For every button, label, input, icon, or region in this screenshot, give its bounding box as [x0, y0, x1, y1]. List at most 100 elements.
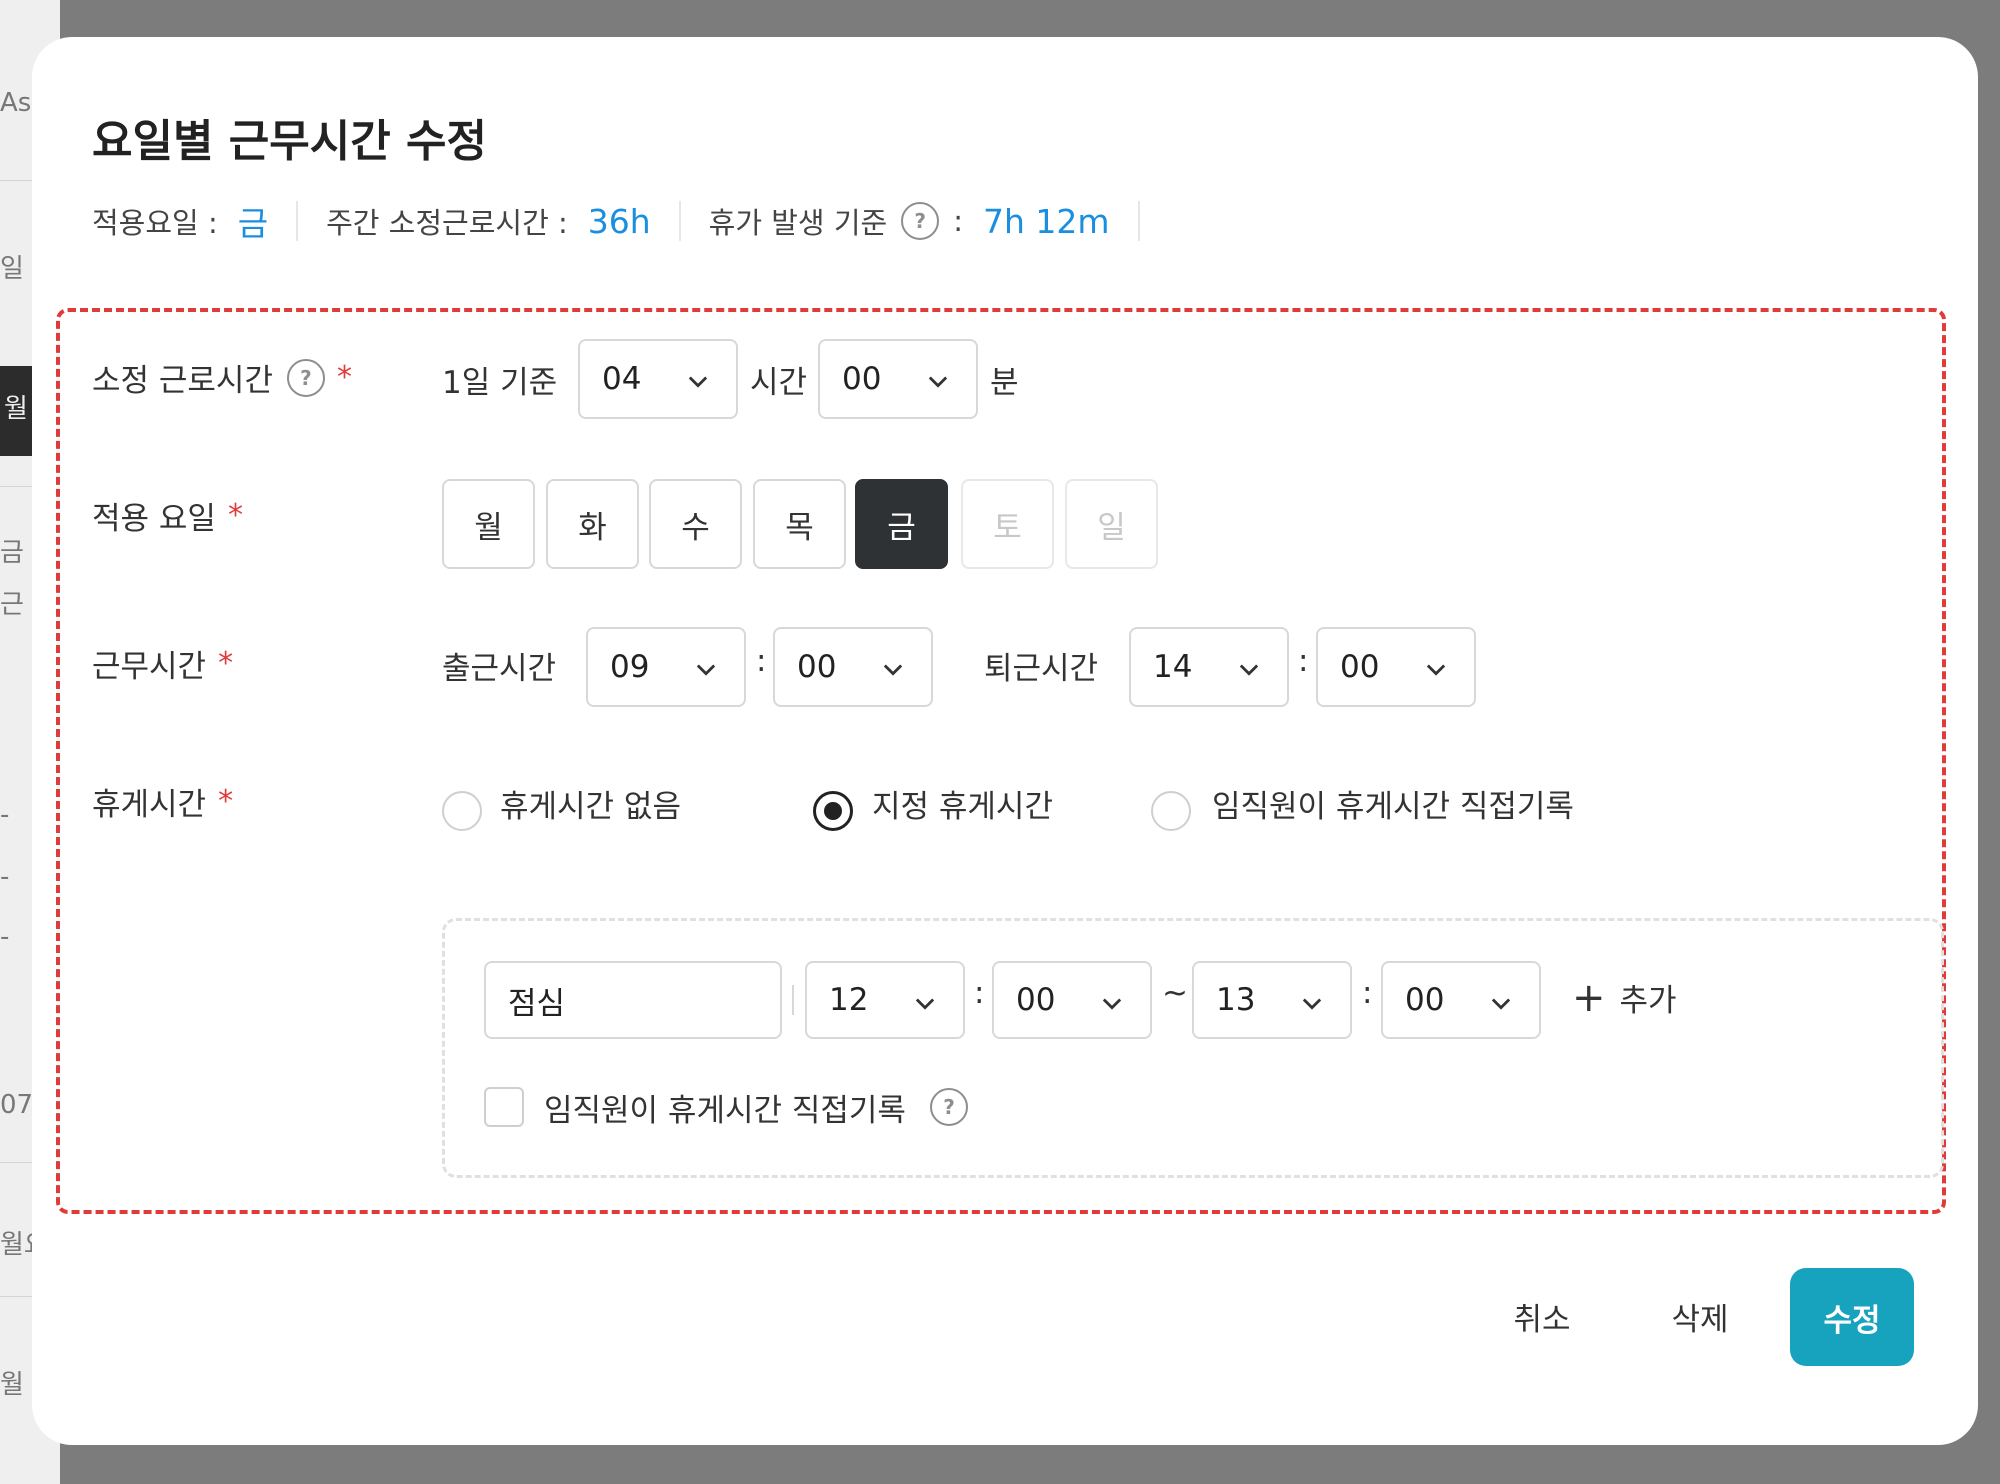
end-time-label: 퇴근시간: [984, 651, 1099, 687]
apply-days-row-label: 적용 요일 *: [92, 493, 243, 538]
weekly-hours-label: 주간 소정근로시간 :: [326, 206, 568, 240]
break-time-row-label: 휴게시간 *: [92, 779, 233, 824]
break-start-minute-select[interactable]: 00: [992, 961, 1152, 1039]
day-button-wed[interactable]: 수: [649, 479, 742, 569]
selected-value: 00: [842, 361, 882, 397]
break-end-minute-select[interactable]: 00: [1381, 961, 1541, 1039]
leave-basis-label: 휴가 발생 기준: [708, 206, 888, 240]
self-record-checkbox-label[interactable]: 임직원이 휴게시간 직접기록: [544, 1085, 906, 1130]
apply-day-label: 적용요일 :: [92, 206, 218, 240]
radio-self-record-break[interactable]: [1151, 791, 1191, 831]
contract-hours-label: 소정 근로시간: [92, 363, 273, 399]
background-fragment: -: [0, 800, 10, 830]
edit-worktime-dialog: 요일별 근무시간 수정 적용요일 : 금 주간 소정근로시간 : 36h 휴가 …: [32, 37, 1978, 1445]
required-mark: *: [218, 784, 234, 819]
minutes-unit-label: 분: [990, 365, 1019, 401]
add-break-button[interactable]: + 추가: [1572, 975, 1677, 1020]
submit-button[interactable]: 수정: [1790, 1268, 1914, 1366]
help-icon[interactable]: ?: [901, 202, 940, 240]
contract-hours-row-label: 소정 근로시간 ? *: [92, 355, 352, 400]
selected-value: 04: [602, 361, 642, 397]
break-time-label: 휴게시간: [92, 787, 207, 823]
background-fragment: 근: [0, 590, 24, 620]
chevron-down-icon: [1239, 664, 1259, 676]
required-mark: *: [336, 360, 352, 395]
dialog-title: 요일별 근무시간 수정: [92, 116, 487, 167]
selected-value: 13: [1216, 982, 1256, 1018]
work-time-row-label: 근무시간 *: [92, 641, 233, 686]
chevron-down-icon: [1302, 998, 1322, 1010]
break-end-hour-select[interactable]: 13: [1192, 961, 1352, 1039]
leave-basis-value: 7h 12m: [982, 201, 1110, 241]
selected-value: 00: [1016, 982, 1056, 1018]
chevron-down-icon: [1102, 998, 1122, 1010]
range-tilde: ~: [1162, 975, 1188, 1011]
chevron-down-icon: [928, 376, 948, 388]
summary-bar: 적용요일 : 금 주간 소정근로시간 : 36h 휴가 발생 기준 ? : 7h…: [92, 199, 1168, 243]
selected-value: 00: [1405, 982, 1445, 1018]
background-fragment: 월: [0, 1370, 24, 1400]
time-colon: :: [1362, 975, 1373, 1011]
required-mark: *: [227, 498, 243, 533]
add-break-label: 추가: [1619, 983, 1677, 1019]
weekly-hours-summary: 주간 소정근로시간 : 36h: [326, 200, 651, 242]
chevron-down-icon: [688, 376, 708, 388]
weekly-hours-value: 36h: [587, 201, 651, 241]
break-entry-panel: [442, 918, 1944, 1178]
radio-self-record-break-label[interactable]: 임직원이 휴게시간 직접기록: [1212, 781, 1574, 826]
radio-no-break-label[interactable]: 휴게시간 없음: [500, 781, 681, 826]
selected-value: 00: [797, 649, 837, 685]
chevron-down-icon: [1491, 998, 1511, 1010]
chevron-down-icon: [883, 664, 903, 676]
break-name-input[interactable]: [484, 961, 782, 1039]
time-colon: :: [756, 643, 767, 679]
contract-minutes-select[interactable]: 00: [818, 339, 978, 419]
apply-day-value: 금: [237, 204, 269, 243]
delete-button[interactable]: 삭제: [1652, 1291, 1748, 1341]
day-button-mon[interactable]: 월: [442, 479, 535, 569]
apply-day-summary: 적용요일 : 금: [92, 197, 268, 245]
background-fragment: -: [0, 862, 10, 892]
help-icon[interactable]: ?: [930, 1088, 968, 1126]
contract-hours-select[interactable]: 04: [578, 339, 738, 419]
cancel-button[interactable]: 취소: [1494, 1291, 1590, 1341]
break-start-hour-select[interactable]: 12: [805, 961, 965, 1039]
radio-designated-break-label[interactable]: 지정 휴게시간: [872, 781, 1053, 826]
chevron-down-icon: [915, 998, 935, 1010]
help-icon[interactable]: ?: [286, 358, 325, 397]
summary-divider: [1137, 201, 1140, 241]
end-minute-select[interactable]: 00: [1316, 627, 1476, 707]
chevron-down-icon: [696, 664, 716, 676]
selected-value: 09: [610, 649, 650, 685]
per-day-label: 1일 기준: [442, 365, 558, 401]
radio-designated-break[interactable]: [813, 791, 853, 831]
work-time-label: 근무시간: [92, 649, 207, 685]
selected-value: 12: [829, 982, 869, 1018]
start-time-label: 출근시간: [442, 651, 557, 687]
apply-days-label: 적용 요일: [92, 501, 216, 537]
required-mark: *: [218, 646, 234, 681]
time-colon: :: [1298, 643, 1309, 679]
self-record-checkbox[interactable]: [484, 1087, 524, 1127]
day-button-sat: 토: [961, 479, 1054, 569]
start-hour-select[interactable]: 09: [586, 627, 746, 707]
background-fragment: 금: [0, 538, 24, 568]
time-colon: :: [974, 975, 985, 1011]
end-hour-select[interactable]: 14: [1129, 627, 1289, 707]
hours-unit-label: 시간: [750, 365, 808, 401]
leave-basis-summary: 휴가 발생 기준 ? : 7h 12m: [709, 200, 1110, 242]
background-fragment: -: [0, 922, 10, 952]
selected-value: 14: [1153, 649, 1193, 685]
day-button-fri[interactable]: 금: [855, 479, 948, 569]
start-minute-select[interactable]: 00: [773, 627, 933, 707]
day-button-thu[interactable]: 목: [753, 479, 846, 569]
leave-basis-colon: :: [953, 204, 963, 238]
day-button-sun: 일: [1065, 479, 1158, 569]
selected-value: 00: [1340, 649, 1380, 685]
input-divider: [792, 985, 794, 1015]
summary-divider: [678, 201, 681, 241]
plus-icon: +: [1572, 974, 1606, 1021]
radio-no-break[interactable]: [442, 791, 482, 831]
background-fragment: 07: [0, 1090, 34, 1120]
day-button-tue[interactable]: 화: [546, 479, 639, 569]
